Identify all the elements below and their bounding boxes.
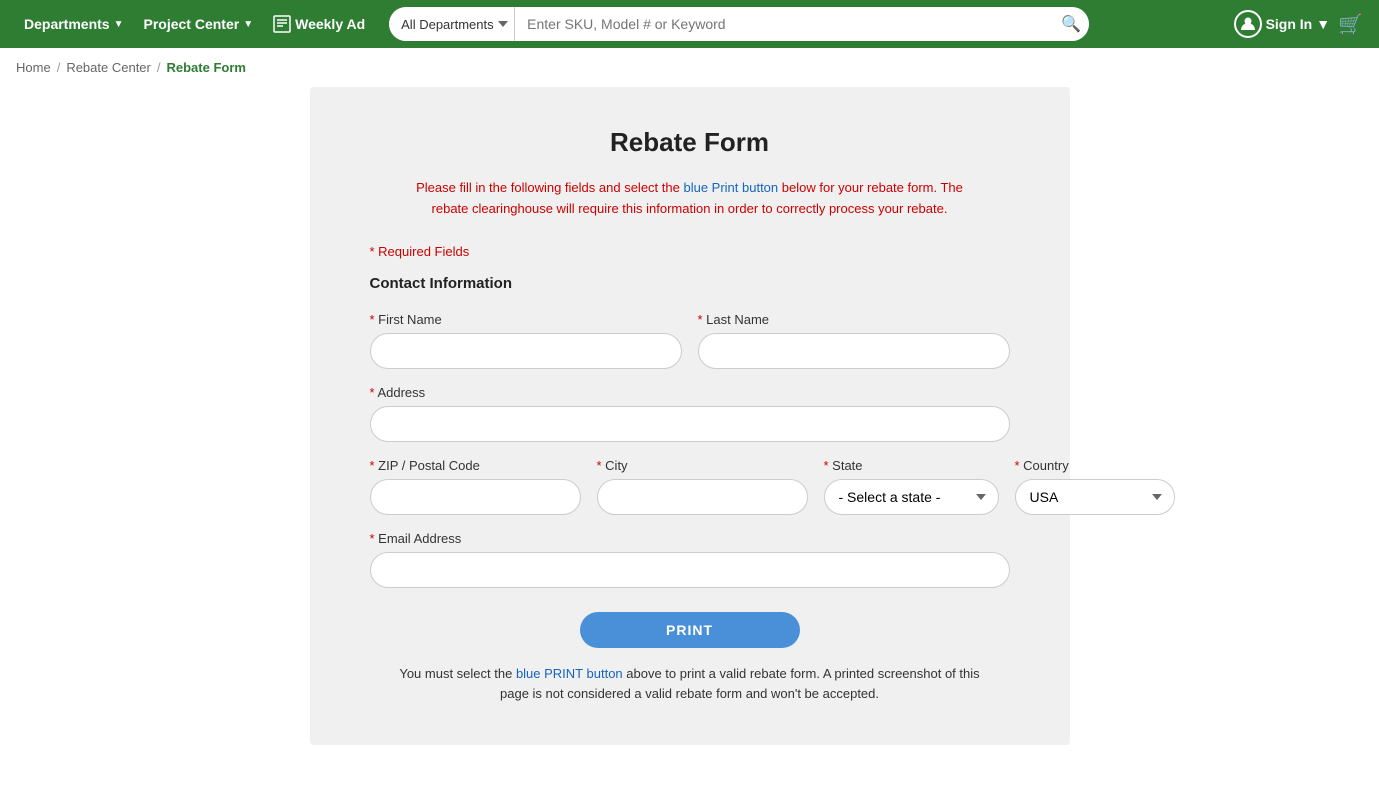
first-name-label: * First Name: [370, 312, 682, 327]
state-group: * State - Select a state - Alabama Alask…: [824, 458, 999, 515]
country-group: * Country USA Canada Mexico: [1015, 458, 1175, 515]
breadcrumb-home[interactable]: Home: [16, 60, 51, 75]
city-star: *: [597, 458, 606, 473]
city-input[interactable]: [597, 479, 808, 515]
sign-in-button[interactable]: Sign In ▼: [1234, 10, 1331, 38]
cart-icon[interactable]: 🛒: [1338, 12, 1363, 37]
zip-group: * ZIP / Postal Code: [370, 458, 581, 515]
form-subtitle: Please fill in the following fields and …: [370, 178, 1010, 220]
country-label: * Country: [1015, 458, 1175, 473]
search-dept-select[interactable]: All Departments: [389, 7, 515, 41]
zip-label-text: ZIP / Postal Code: [378, 458, 480, 473]
country-label-text: Country: [1023, 458, 1069, 473]
last-name-label: * Last Name: [698, 312, 1010, 327]
email-label-text: Email Address: [378, 531, 461, 546]
sign-in-chevron-icon: ▼: [1316, 16, 1330, 32]
state-label-text: State: [832, 458, 862, 473]
address-label-text: Address: [377, 385, 425, 400]
first-name-star: *: [370, 312, 379, 327]
location-row: * ZIP / Postal Code * City * State - Sel…: [370, 458, 1010, 515]
city-group: * City: [597, 458, 808, 515]
departments-label: Departments: [24, 16, 110, 32]
zip-input[interactable]: [370, 479, 581, 515]
breadcrumb-rebate-center[interactable]: Rebate Center: [66, 60, 151, 75]
last-name-label-text: Last Name: [706, 312, 769, 327]
weekly-ad-nav[interactable]: Weekly Ad: [265, 11, 373, 37]
breadcrumb: Home / Rebate Center / Rebate Form: [0, 48, 1379, 87]
email-group: * Email Address: [370, 531, 1010, 588]
project-center-label: Project Center: [144, 16, 240, 32]
breadcrumb-sep-2: /: [157, 60, 161, 75]
city-label: * City: [597, 458, 808, 473]
search-icon: 🔍: [1061, 14, 1081, 34]
required-note: * Required Fields: [370, 244, 1010, 259]
first-name-label-text: First Name: [378, 312, 442, 327]
bottom-note-blue: blue PRINT button: [516, 666, 623, 681]
email-row: * Email Address: [370, 531, 1010, 588]
search-container: All Departments 🔍: [389, 7, 1089, 41]
address-row: * Address: [370, 385, 1010, 442]
subtitle-text: Please fill in the following fields and …: [416, 180, 683, 195]
search-button[interactable]: 🔍: [1053, 7, 1089, 41]
email-star: *: [370, 531, 379, 546]
search-input[interactable]: [515, 7, 1053, 41]
breadcrumb-sep-1: /: [57, 60, 61, 75]
zip-label: * ZIP / Postal Code: [370, 458, 581, 473]
header-right: Sign In ▼ 🛒: [1234, 10, 1363, 38]
first-name-group: * First Name: [370, 312, 682, 369]
city-label-text: City: [605, 458, 627, 473]
weekly-ad-label: Weekly Ad: [295, 16, 365, 32]
form-container: Rebate Form Please fill in the following…: [310, 87, 1070, 745]
last-name-star: *: [698, 312, 707, 327]
country-select[interactable]: USA Canada Mexico: [1015, 479, 1175, 515]
address-label: * Address: [370, 385, 1010, 400]
email-input[interactable]: [370, 552, 1010, 588]
weekly-ad-icon: [273, 15, 291, 33]
address-group: * Address: [370, 385, 1010, 442]
first-name-input[interactable]: [370, 333, 682, 369]
departments-nav[interactable]: Departments ▼: [16, 12, 132, 36]
header: Departments ▼ Project Center ▼ Weekly Ad…: [0, 0, 1379, 48]
contact-section-title: Contact Information: [370, 275, 1010, 292]
user-icon: [1234, 10, 1262, 38]
state-star: *: [824, 458, 833, 473]
state-select[interactable]: - Select a state - Alabama Alaska Arizon…: [824, 479, 999, 515]
print-button[interactable]: PRINT: [580, 612, 800, 648]
breadcrumb-current: Rebate Form: [167, 60, 246, 75]
main-content: Rebate Form Please fill in the following…: [0, 87, 1379, 785]
name-row: * First Name * Last Name: [370, 312, 1010, 369]
form-title: Rebate Form: [370, 127, 1010, 158]
departments-chevron-icon: ▼: [114, 19, 124, 30]
project-center-chevron-icon: ▼: [243, 19, 253, 30]
project-center-nav[interactable]: Project Center ▼: [136, 12, 262, 36]
bottom-note: You must select the blue PRINT button ab…: [370, 664, 1010, 706]
sign-in-label: Sign In: [1266, 16, 1313, 32]
subtitle-blue-print: blue Print button: [683, 180, 778, 195]
country-star: *: [1015, 458, 1024, 473]
last-name-group: * Last Name: [698, 312, 1010, 369]
state-label: * State: [824, 458, 999, 473]
address-input[interactable]: [370, 406, 1010, 442]
email-label: * Email Address: [370, 531, 1010, 546]
last-name-input[interactable]: [698, 333, 1010, 369]
zip-star: *: [370, 458, 379, 473]
